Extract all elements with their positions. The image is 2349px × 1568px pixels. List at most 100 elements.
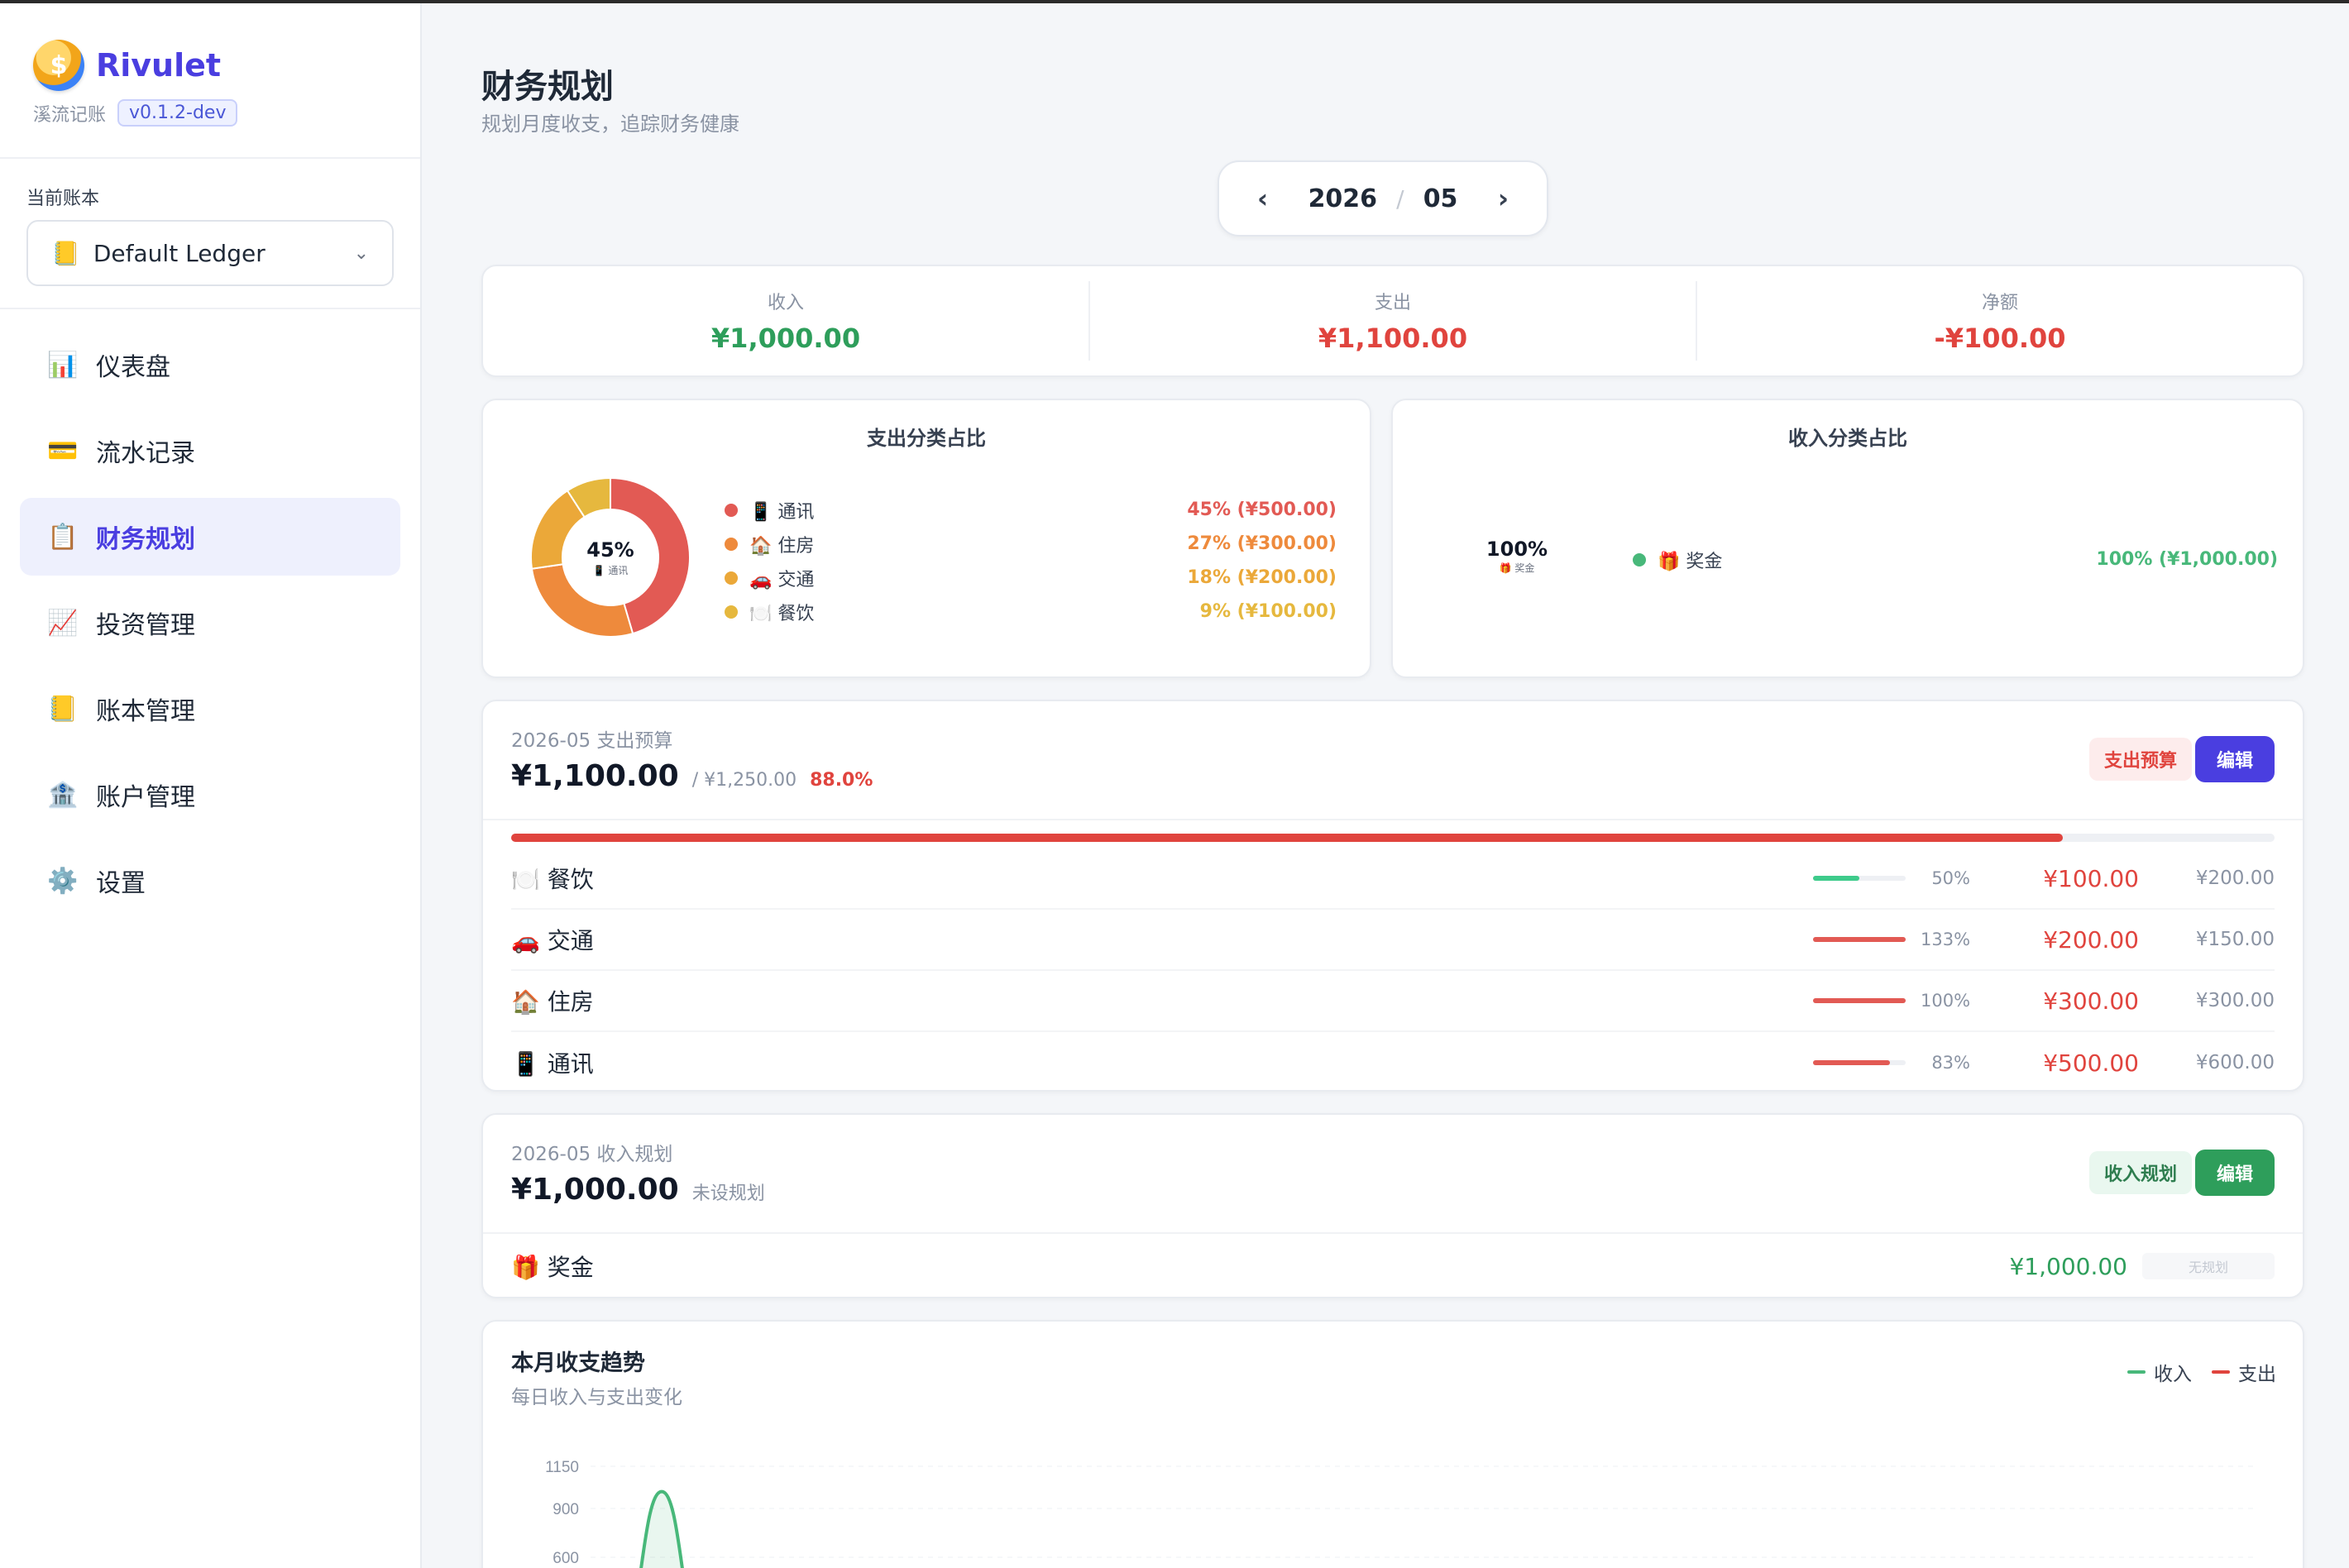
income-pie-title: 收入分类占比: [1788, 427, 1907, 450]
month-value[interactable]: 05: [1423, 184, 1458, 213]
scrollbar[interactable]: [2337, 3, 2349, 1568]
summary-cell: 收入 ¥1,000.00: [483, 281, 1090, 361]
legend-value: 45% (¥500.00): [1187, 500, 1337, 520]
expense-budget-card: 2026-05 支出预算 ¥1,100.00 / ¥1,250.00 88.0%…: [481, 700, 2304, 1092]
income-period-label: 2026-05 收入规划: [511, 1144, 673, 1165]
budget-row-limit: ¥600.00: [2195, 1052, 2275, 1073]
budget-row-spent: ¥500.00: [2043, 1049, 2139, 1077]
budget-row-category: 📱 通讯: [511, 1050, 594, 1078]
legend-dot: [725, 537, 738, 551]
expense-pie-title: 支出分类占比: [867, 427, 986, 450]
budget-row-bar: [1813, 1060, 1906, 1065]
expense-budget-badge: 支出预算: [2088, 738, 2192, 781]
income-legend: 🎁 奖金 100% (¥1,000.00): [1633, 543, 2278, 576]
income-donut: 100% 🎁 奖金: [1467, 538, 1567, 575]
main-content: 财务规划 规划月度收支，追踪财务健康 ‹ 2026 / 05 › 收入 ¥1,00…: [423, 3, 2349, 1568]
edit-budget-button[interactable]: 编辑: [2195, 736, 2275, 782]
summary-label: 收入: [767, 293, 804, 313]
budget-row-limit: ¥300.00: [2195, 990, 2275, 1011]
y-tick-label: 1150: [545, 1459, 579, 1476]
nav-icon: 📋: [47, 522, 79, 552]
legend-label: 📱 通讯: [749, 501, 815, 523]
brand-header: $ Rivulet 溪流记账 v0.1.2-dev: [0, 3, 420, 159]
ledger-selected: Default Ledger: [93, 239, 266, 267]
trend-title: 本月收支趋势: [511, 1350, 645, 1376]
summary-value: -¥100.00: [1934, 323, 2066, 354]
sidebar-item-label: 账本管理: [96, 697, 195, 726]
trend-chart: 1150 900 600: [545, 1459, 2253, 1568]
income-plan-note: 未设规划: [691, 1183, 765, 1204]
budget-total: / ¥1,250.00: [691, 770, 797, 791]
summary-label: 支出: [1374, 293, 1411, 313]
edit-income-plan-button[interactable]: 编辑: [2195, 1150, 2275, 1196]
legend-value: 9% (¥100.00): [1199, 601, 1337, 622]
sidebar-item-label: 财务规划: [96, 525, 195, 554]
next-month-button[interactable]: ›: [1498, 183, 1509, 214]
date-separator: /: [1396, 184, 1404, 213]
legend-dot: [725, 605, 738, 619]
budget-row-spent: ¥300.00: [2043, 987, 2139, 1015]
sidebar-item-1[interactable]: 💳 流水记录: [20, 412, 400, 490]
budget-row-percent: 133%: [1921, 930, 1971, 949]
legend-dot: [725, 503, 738, 517]
ledger-icon: 📒: [51, 239, 80, 267]
legend-label: 🍽️ 餐饮: [749, 603, 815, 624]
legend-label: 🚗 交通: [749, 569, 815, 590]
budget-percent: 88.0%: [810, 770, 873, 791]
sidebar-item-6[interactable]: ⚙️ 设置: [20, 842, 400, 920]
summary-cell: 净额 -¥100.00: [1697, 281, 2303, 361]
y-tick-label: 900: [553, 1501, 579, 1518]
budget-row-bar: [1813, 937, 1906, 942]
legend-item: 🎁 奖金 100% (¥1,000.00): [1633, 543, 2278, 576]
expense-donut: 45% 📱 通讯: [529, 476, 691, 638]
income-pie-card: 收入分类占比 100% 🎁 奖金 🎁 奖金 100% (¥1,000.00): [1391, 399, 2304, 678]
budget-row: 🏠 住房 100% ¥300.00 ¥300.00: [511, 971, 2275, 1032]
summary-cell: 支出 ¥1,100.00: [1090, 281, 1697, 361]
legend-dot: [1633, 552, 1646, 566]
budget-row-bar-fill: [1813, 1060, 1890, 1065]
sidebar-item-4[interactable]: 📒 账本管理: [20, 670, 400, 748]
expense-donut-label: 📱 通讯: [592, 564, 629, 576]
sidebar-item-3[interactable]: 📈 投资管理: [20, 584, 400, 662]
budget-row-bar: [1813, 876, 1906, 881]
legend-label: 🎁 奖金: [1658, 551, 1723, 572]
page-subtitle: 规划月度收支，追踪财务健康: [481, 112, 739, 136]
nav-icon: 💳: [47, 436, 79, 466]
month-picker: ‹ 2026 / 05 ›: [1218, 160, 1548, 237]
budget-spent: ¥1,100.00: [511, 759, 679, 793]
logo-icon: $: [33, 40, 84, 91]
sidebar-item-2[interactable]: 📋 财务规划: [20, 498, 400, 576]
legend-income-label: 收入: [2154, 1364, 2192, 1385]
legend-item: 🚗 交通 18% (¥200.00): [725, 561, 1337, 595]
trend-legend: 收入 支出: [2107, 1358, 2276, 1386]
legend-label: 🏠 住房: [749, 535, 815, 557]
year-value[interactable]: 2026: [1308, 184, 1378, 213]
ledger-block: 当前账本 📒 Default Ledger ⌄: [0, 159, 420, 309]
ledger-select[interactable]: 📒 Default Ledger ⌄: [26, 220, 394, 286]
nav-icon: ⚙️: [47, 866, 79, 896]
trend-card: 本月收支趋势 每日收入与支出变化 收入 支出 1150 900 600: [481, 1320, 2304, 1568]
budget-period-label: 2026-05 支出预算: [511, 730, 673, 752]
prev-month-button[interactable]: ‹: [1257, 183, 1268, 214]
version-badge: v0.1.2-dev: [117, 99, 238, 127]
income-donut-label: 🎁 奖金: [1499, 562, 1535, 574]
budget-row-percent: 50%: [1931, 868, 1970, 888]
nav-icon: 📒: [47, 694, 79, 724]
sidebar-item-5[interactable]: 🏦 账户管理: [20, 756, 400, 834]
budget-row-bar-fill: [1813, 998, 1906, 1003]
budget-row-limit: ¥150.00: [2195, 929, 2275, 950]
budget-row-category: 🚗 交通: [511, 927, 594, 954]
sidebar-item-label: 账户管理: [96, 783, 195, 812]
income-row-category: 🎁 奖金: [511, 1254, 594, 1281]
expense-pie-card: 支出分类占比 45% 📱 通讯 📱 通讯 45% (¥500.00) 🏠 住房 27%…: [481, 399, 1371, 678]
legend-value: 27% (¥300.00): [1187, 533, 1337, 554]
sidebar-item-0[interactable]: 📊 仪表盘: [20, 326, 400, 404]
legend-value: 18% (¥200.00): [1187, 567, 1337, 588]
chevron-down-icon: ⌄: [353, 242, 369, 264]
income-row: 🎁 奖金 ¥1,000.00 无规划: [511, 1245, 2275, 1287]
y-tick-label: 600: [553, 1550, 579, 1567]
budget-row-bar-fill: [1813, 937, 1906, 942]
sidebar-item-label: 设置: [96, 869, 146, 898]
expense-legend: 📱 通讯 45% (¥500.00) 🏠 住房 27% (¥300.00) 🚗 交通 18…: [725, 493, 1337, 629]
legend-income: 收入: [2127, 1358, 2192, 1386]
